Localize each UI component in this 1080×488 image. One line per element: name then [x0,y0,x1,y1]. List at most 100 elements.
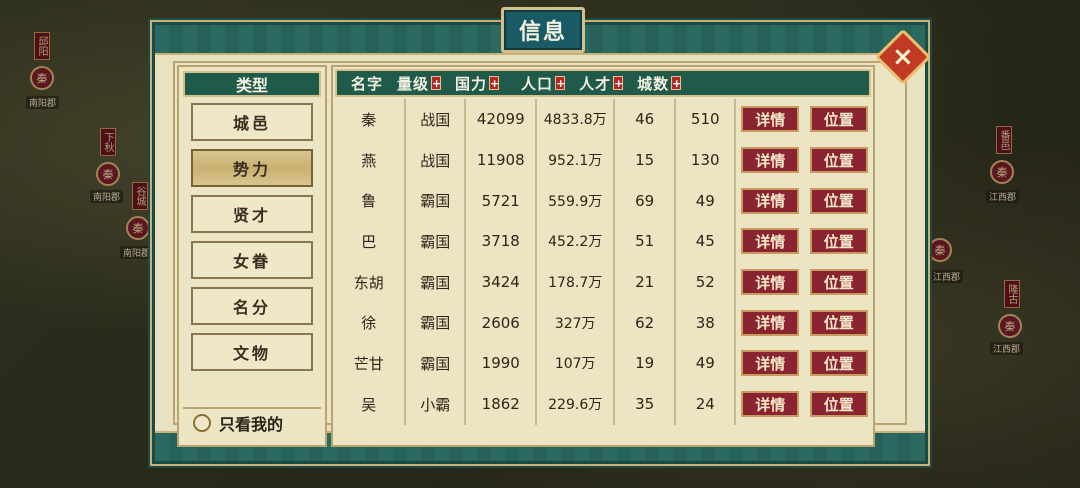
detail-button[interactable]: 详情 [741,106,800,133]
column-header-rank[interactable]: 量级 + [397,73,441,94]
category-button[interactable]: 城邑 [191,103,313,141]
cell-population: 178.7万 [537,261,615,303]
cell-talent: 21 [615,261,677,303]
cell-name: 鲁 [333,180,407,222]
detail-button[interactable]: 详情 [741,391,800,418]
cell-cities: 38 [676,302,737,344]
category-button[interactable]: 女眷 [191,241,313,279]
sort-plus-icon[interactable]: + [555,76,565,90]
cell-name: 徐 [333,302,407,344]
position-button[interactable]: 位置 [809,391,868,418]
cell-power: 1862 [466,383,538,425]
position-button[interactable]: 位置 [809,187,868,214]
cell-rank: 霸国 [406,302,467,344]
only-mine-label: 只看我的 [219,415,284,434]
category-button[interactable]: 名分 [191,287,313,325]
column-header-population[interactable]: 人口 + [521,73,565,94]
cell-cities: 49 [676,343,737,384]
table-row: 芒甘 霸国 1990 107万 19 49 详情 位置 [333,343,873,384]
cell-talent: 51 [615,221,677,262]
cell-population: 327万 [537,302,615,344]
cell-actions: 详情 位置 [736,343,873,384]
cell-actions: 详情 位置 [736,262,873,303]
category-list[interactable]: 城邑 势力 贤才 女眷 名分 文物 [191,103,315,385]
cell-name: 巴 [333,221,407,262]
cell-actions: 详情 位置 [736,384,873,425]
only-mine-toggle[interactable]: 只看我的 [183,407,321,437]
column-label: 名字 [351,74,384,93]
column-header-talent[interactable]: 人才 + [579,73,623,94]
table-body: 秦 战国 42099 4833.8万 46 510 详情 位置 燕 战国 119… [333,99,873,445]
cell-talent: 15 [615,139,677,181]
cell-cities: 510 [676,99,737,140]
detail-button[interactable]: 详情 [741,309,800,336]
position-button[interactable]: 位置 [809,309,868,336]
detail-button[interactable]: 详情 [741,147,800,174]
table-row: 秦 战国 42099 4833.8万 46 510 详情 位置 [333,99,873,140]
info-dialog: 信息 × 类型 城邑 势力 贤才 女眷 名分 文物 只看我的 名字 量级 + 国… [152,7,932,464]
column-header-cities[interactable]: 城数 + [637,73,681,94]
table-row: 东胡 霸国 3424 178.7万 21 52 详情 位置 [333,261,873,303]
category-panel: 类型 城邑 势力 贤才 女眷 名分 文物 只看我的 [177,65,327,447]
cell-name: 秦 [333,99,407,140]
sort-plus-icon[interactable]: + [613,76,623,90]
column-header-power[interactable]: 国力 + [455,73,499,94]
cell-power: 11908 [466,139,538,181]
category-button[interactable]: 贤才 [191,195,313,233]
cell-name: 燕 [333,139,407,181]
cell-population: 559.9万 [537,180,615,222]
close-icon: × [892,41,914,72]
cell-rank: 霸国 [406,180,467,222]
cell-actions: 详情 位置 [736,302,873,343]
table-header: 名字 量级 + 国力 + 人口 + 人才 + 城数 + [335,69,871,97]
detail-button[interactable]: 详情 [741,350,800,377]
cell-power: 1990 [466,343,538,384]
column-label: 国力 [455,74,488,93]
cell-population: 4833.8万 [537,99,615,140]
cell-population: 452.2万 [537,221,615,262]
detail-button[interactable]: 详情 [741,228,800,255]
category-header: 类型 [183,71,321,97]
cell-power: 3718 [466,221,538,262]
cell-population: 952.1万 [537,139,615,181]
cell-actions: 详情 位置 [736,99,873,140]
position-button[interactable]: 位置 [809,269,868,296]
sort-plus-icon[interactable]: + [489,76,499,90]
table-row: 燕 战国 11908 952.1万 15 130 详情 位置 [333,139,873,181]
cell-power: 42099 [466,99,538,140]
table-row: 徐 霸国 2606 327万 62 38 详情 位置 [333,302,873,344]
cell-cities: 52 [676,261,737,303]
cell-population: 229.6万 [537,383,615,425]
cell-cities: 24 [676,383,737,425]
position-button[interactable]: 位置 [809,106,868,133]
cell-rank: 战国 [406,139,467,181]
cell-name: 芒甘 [333,343,407,384]
position-button[interactable]: 位置 [809,147,868,174]
cell-cities: 45 [676,221,737,262]
cell-talent: 46 [615,99,677,140]
cell-name: 吴 [333,383,407,425]
position-button[interactable]: 位置 [809,228,868,255]
cell-cities: 130 [676,139,737,181]
dialog-title: 信息 [501,7,585,53]
cell-rank: 霸国 [406,261,467,303]
detail-button[interactable]: 详情 [741,269,800,296]
cell-power: 3424 [466,261,538,303]
column-label: 人才 [579,74,612,93]
sort-plus-icon[interactable]: + [671,76,681,90]
category-button-active[interactable]: 势力 [191,149,313,187]
cell-talent: 35 [615,383,677,425]
cell-talent: 62 [615,302,677,344]
radio-icon[interactable] [193,414,211,432]
column-label: 人口 [521,74,554,93]
table-row: 鲁 霸国 5721 559.9万 69 49 详情 位置 [333,180,873,222]
sort-plus-icon[interactable]: + [431,76,441,90]
cell-actions: 详情 位置 [736,221,873,262]
position-button[interactable]: 位置 [809,350,868,377]
cell-actions: 详情 位置 [736,180,873,221]
category-button[interactable]: 文物 [191,333,313,371]
table-row: 吴 小霸 1862 229.6万 35 24 详情 位置 [333,383,873,425]
faction-table: 名字 量级 + 国力 + 人口 + 人才 + 城数 + 秦 战国 42099 4… [331,65,875,447]
table-row: 巴 霸国 3718 452.2万 51 45 详情 位置 [333,221,873,262]
detail-button[interactable]: 详情 [741,187,800,214]
